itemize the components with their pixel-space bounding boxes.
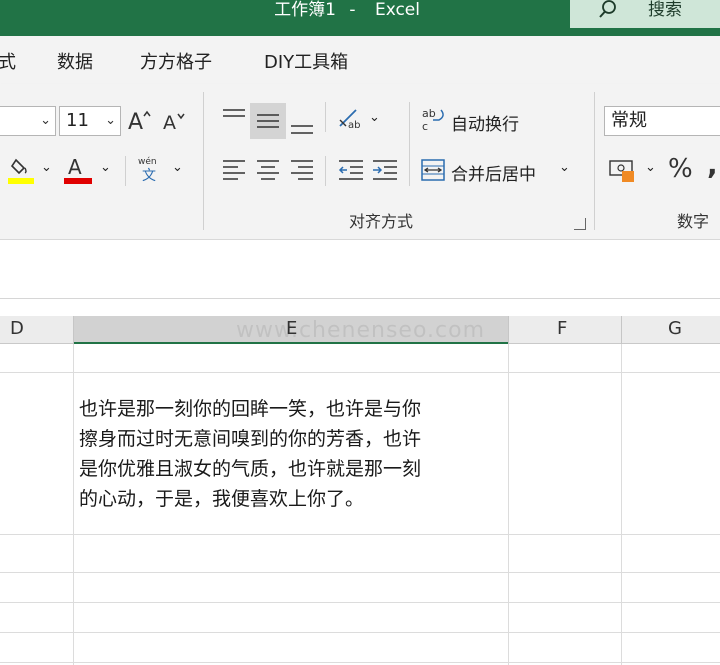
- number-format-value: 常规: [611, 110, 647, 131]
- font-size-value: 11: [66, 110, 89, 131]
- cell-text-line: 的心动，于是，我便喜欢上你了。: [79, 488, 365, 510]
- cell-text-line: 是你优雅且淑女的气质，也许就是那一刻: [79, 458, 422, 480]
- svg-text:wén: wén: [138, 156, 157, 167]
- group-divider: [594, 92, 595, 230]
- row-gridline: [0, 372, 720, 373]
- row-gridline: [0, 632, 720, 633]
- cell-E-wrapped-text[interactable]: 也许是那一刻你的回眸一笑，也许是与你 擦身而过时无意间嗅到的你的芳香，也许 是你…: [79, 394, 505, 514]
- chevron-down-icon[interactable]: ⌄: [369, 110, 380, 125]
- divider: [325, 156, 326, 186]
- cell-text-line: 也许是那一刻你的回眸一笑，也许是与你: [79, 398, 422, 420]
- chevron-down-icon: ⌄: [105, 113, 116, 128]
- chevron-down-icon[interactable]: ⌄: [100, 160, 111, 175]
- chevron-down-icon[interactable]: ⌄: [645, 160, 656, 175]
- column-header-F[interactable]: F: [557, 318, 567, 339]
- title-bar: 工作簿1 - Excel 搜索: [0, 0, 720, 36]
- comma-style-icon[interactable]: ,: [707, 148, 718, 181]
- column-gridline: [621, 344, 622, 665]
- divider: [621, 316, 622, 344]
- svg-text:A: A: [128, 110, 143, 135]
- tab-formulas[interactable]: 式: [0, 48, 16, 74]
- row-gridline: [0, 662, 720, 663]
- svg-text:ab: ab: [422, 107, 436, 120]
- decrease-font-size-icon[interactable]: A: [162, 109, 188, 135]
- phonetic-guide-icon[interactable]: wén 文: [138, 154, 164, 184]
- chevron-down-icon[interactable]: ⌄: [41, 160, 52, 175]
- decrease-indent-icon[interactable]: [338, 158, 364, 182]
- search-box[interactable]: 搜索: [570, 0, 720, 28]
- column-header-G[interactable]: G: [668, 318, 682, 339]
- divider: [0, 298, 720, 299]
- wrap-text-button[interactable]: 自动换行: [451, 110, 519, 135]
- svg-text:文: 文: [142, 168, 156, 184]
- top-align-icon[interactable]: [222, 106, 246, 130]
- title-separator: -: [349, 0, 356, 20]
- column-gridline: [508, 344, 509, 665]
- divider: [508, 316, 509, 344]
- middle-align-icon[interactable]: [256, 109, 280, 133]
- number-group-label: 数字: [677, 212, 710, 231]
- svg-text:A: A: [68, 155, 82, 179]
- alignment-group-label: 对齐方式: [349, 212, 414, 231]
- bottom-align-icon[interactable]: [290, 112, 314, 136]
- cell-text-line: 擦身而过时无意间嗅到的你的芳香，也许: [79, 428, 422, 450]
- svg-text:c: c: [422, 120, 428, 132]
- align-right-icon[interactable]: [290, 158, 314, 182]
- divider: [125, 156, 126, 186]
- svg-text:ab: ab: [348, 120, 360, 131]
- number-format-combo[interactable]: 常规: [604, 106, 720, 136]
- accounting-format-icon[interactable]: [609, 156, 637, 184]
- alignment-dialog-launcher-icon[interactable]: [574, 218, 586, 230]
- divider: [409, 102, 410, 186]
- wrap-text-icon[interactable]: ab c: [421, 106, 447, 132]
- row-gridline: [0, 602, 720, 603]
- app-name: Excel: [374, 0, 420, 20]
- svg-text:A: A: [163, 112, 176, 134]
- orientation-icon[interactable]: ab: [336, 104, 364, 132]
- tab-data[interactable]: 数据: [57, 48, 93, 74]
- chevron-down-icon[interactable]: ⌄: [559, 160, 570, 175]
- watermark: www.chenenseo.com: [236, 318, 485, 343]
- font-size-combo[interactable]: 11 ⌄: [59, 106, 121, 136]
- row-gridline: [0, 572, 720, 573]
- percent-style-button[interactable]: %: [668, 154, 693, 184]
- increase-font-size-icon[interactable]: A: [127, 107, 153, 135]
- divider: [73, 316, 74, 344]
- divider: [325, 102, 326, 132]
- column-header-D[interactable]: D: [10, 318, 24, 339]
- font-color-icon[interactable]: A: [64, 154, 94, 186]
- align-center-icon[interactable]: [256, 158, 280, 182]
- group-divider: [203, 92, 204, 230]
- search-icon: [599, 0, 616, 18]
- align-left-icon[interactable]: [222, 158, 246, 182]
- chevron-down-icon[interactable]: ⌄: [172, 160, 183, 175]
- ribbon: ⌄ 11 ⌄ A A ⌄ A ⌄ wén 文 ⌄ ab ⌄ ab c 自动换行 …: [0, 84, 720, 240]
- column-gridline: [73, 344, 74, 665]
- tab-diy-toolbox[interactable]: DIY工具箱: [264, 48, 348, 74]
- merge-center-icon[interactable]: [421, 158, 445, 182]
- workbook-name: 工作簿1: [274, 0, 336, 20]
- tab-fangfang[interactable]: 方方格子: [140, 48, 212, 74]
- window-title: 工作簿1 - Excel: [0, 0, 570, 24]
- row-gridline: [0, 534, 720, 535]
- ribbon-tabs: 式 数据 方方格子 DIY工具箱: [0, 36, 720, 84]
- increase-indent-icon[interactable]: [372, 158, 398, 182]
- fill-color-icon[interactable]: [8, 156, 36, 186]
- font-name-combo[interactable]: ⌄: [0, 106, 56, 136]
- chevron-down-icon: ⌄: [40, 113, 51, 128]
- formula-bar-area: [0, 240, 720, 298]
- search-label: 搜索: [648, 0, 682, 20]
- merge-center-button[interactable]: 合并后居中: [451, 160, 536, 185]
